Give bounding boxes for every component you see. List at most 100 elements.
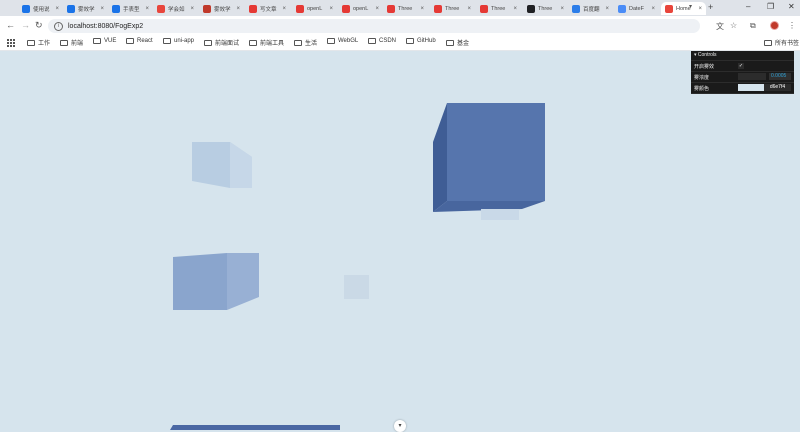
bookmark-label: React — [137, 38, 153, 44]
tab-title: Three — [538, 5, 553, 12]
site-info-icon[interactable]: i — [54, 21, 63, 31]
fog-density-input[interactable]: 0.0005 — [769, 73, 791, 80]
bookmark-folder[interactable]: uni-app — [163, 38, 194, 44]
browser-tab[interactable]: Three × — [383, 2, 428, 15]
folder-icon — [27, 39, 35, 46]
bookmark-label: 前端工具 — [260, 41, 285, 47]
folder-icon — [406, 38, 414, 44]
tab-favicon-icon — [665, 4, 673, 13]
bookmark-star-icon[interactable]: ☆ — [730, 21, 737, 30]
tab-close-icon[interactable]: × — [375, 6, 379, 12]
bookmark-folder[interactable]: 工作 — [27, 38, 50, 47]
translate-icon[interactable]: 文 — [716, 21, 724, 32]
browser-tab[interactable]: 学会如 × — [153, 2, 198, 15]
fog-color-hex[interactable]: d6e7f4 — [764, 84, 791, 91]
bookmark-folder[interactable]: 前端面试 — [204, 38, 239, 47]
tab-favicon-icon — [387, 4, 395, 13]
browser-tab[interactable]: DateF × — [614, 2, 659, 15]
cube-bottom — [170, 425, 340, 430]
folder-icon — [294, 39, 302, 46]
tab-close-icon[interactable]: × — [190, 6, 194, 12]
tab-close-icon[interactable]: × — [100, 6, 104, 12]
fog-color-label: 雾颜色 — [694, 86, 710, 92]
new-tab-icon[interactable]: + — [708, 2, 713, 12]
scene-render — [0, 51, 800, 430]
bookmark-folder[interactable]: 前端工具 — [249, 38, 284, 47]
bookmark-folder[interactable]: React — [126, 38, 153, 44]
browser-tab[interactable]: Home × — [661, 2, 706, 15]
bookmark-folder[interactable]: GitHub — [406, 38, 436, 44]
tab-close-icon[interactable]: × — [467, 6, 471, 12]
browser-tab[interactable]: 使用说 × — [18, 2, 63, 15]
browser-tab[interactable]: 百度翻 × — [568, 2, 613, 15]
bookmark-label: VUE — [104, 38, 117, 44]
tab-favicon-icon — [480, 4, 488, 13]
bookmark-label: 工作 — [38, 41, 51, 47]
profile-avatar[interactable] — [770, 21, 779, 30]
all-bookmarks-label: 所有书签 — [775, 41, 800, 47]
tab-favicon-icon — [67, 4, 75, 13]
cube-medium — [173, 253, 259, 310]
address-bar[interactable]: i localhost:8080/FogExp2 — [48, 19, 700, 33]
tab-close-icon[interactable]: × — [698, 6, 702, 12]
tab-title: 雾效学 — [214, 6, 231, 13]
back-icon[interactable]: ← — [6, 20, 15, 30]
bookmark-folder[interactable]: 前端 — [60, 38, 83, 47]
folder-icon — [204, 39, 212, 46]
controls-header[interactable]: ▾ Controls — [691, 51, 794, 61]
fog-enable-checkbox[interactable]: ✓ — [738, 63, 744, 69]
bookmark-folder[interactable]: CSDN — [368, 38, 396, 44]
browser-tab[interactable]: 写文章 × — [245, 2, 290, 15]
bookmark-folder[interactable]: WebGL — [327, 38, 358, 44]
fog-scene-canvas[interactable] — [0, 51, 800, 430]
folder-icon — [126, 38, 134, 44]
tab-close-icon[interactable]: × — [420, 6, 424, 12]
tab-close-icon[interactable]: × — [513, 6, 517, 12]
close-window-icon[interactable]: ✕ — [788, 2, 795, 11]
tab-list-icon[interactable]: ▾ — [689, 3, 698, 12]
browser-toolbar: ← → ↻ i localhost:8080/FogExp2 文 ☆ ⧉ ⋮ — [0, 16, 800, 36]
extensions-icon[interactable]: ⧉ — [750, 21, 756, 31]
scroll-down-indicator[interactable]: ▾ — [394, 420, 406, 432]
tab-favicon-icon — [618, 4, 626, 13]
fog-enable-row: 开启雾效 ✓ — [691, 61, 794, 72]
browser-tab[interactable]: 手表型 × — [108, 2, 153, 15]
tab-close-icon[interactable]: × — [145, 6, 149, 12]
fog-density-row: 雾浓度 0.0005 — [691, 72, 794, 83]
tab-close-icon[interactable]: × — [329, 6, 333, 12]
tab-favicon-icon — [342, 4, 350, 13]
all-bookmarks[interactable]: 所有书签 — [764, 38, 799, 47]
menu-kebab-icon[interactable]: ⋮ — [788, 21, 796, 30]
tab-close-icon[interactable]: × — [282, 6, 286, 12]
browser-tab[interactable]: Three × — [430, 2, 475, 15]
fog-enable-label: 开启雾效 — [694, 64, 715, 70]
tab-close-icon[interactable]: × — [236, 6, 240, 12]
folder-icon — [249, 39, 257, 46]
browser-tab[interactable]: 雾效学 × — [63, 2, 108, 15]
tab-close-icon[interactable]: × — [651, 6, 655, 12]
bookmark-folder[interactable]: VUE — [93, 38, 116, 44]
reload-icon[interactable]: ↻ — [35, 20, 43, 31]
tab-close-icon[interactable]: × — [55, 6, 59, 12]
browser-tab[interactable]: openL × — [292, 2, 337, 15]
apps-grid-icon[interactable] — [7, 39, 15, 47]
bookmark-label: 生活 — [305, 41, 318, 47]
folder-icon — [60, 39, 68, 46]
tab-title: Three — [398, 5, 413, 12]
bookmark-folder[interactable]: 生活 — [294, 38, 317, 47]
browser-tab[interactable]: openL × — [338, 2, 383, 15]
bookmark-folder[interactable]: 基金 — [446, 38, 469, 47]
forward-icon[interactable]: → — [21, 20, 30, 30]
minimize-icon[interactable]: – — [746, 2, 750, 11]
browser-tab[interactable]: Three × — [476, 2, 521, 15]
tab-close-icon[interactable]: × — [560, 6, 564, 12]
tab-close-icon[interactable]: × — [605, 6, 609, 12]
browser-tab[interactable]: 雾效学 × — [199, 2, 244, 15]
tab-title: openL — [353, 5, 369, 12]
maximize-icon[interactable]: ❐ — [767, 2, 774, 11]
folder-icon — [764, 39, 772, 46]
browser-tab[interactable]: Three × — [523, 2, 568, 15]
url-text: localhost:8080/FogExp2 — [68, 22, 144, 30]
tab-title: 百度翻 — [583, 6, 600, 13]
fog-density-slider[interactable] — [738, 73, 766, 80]
